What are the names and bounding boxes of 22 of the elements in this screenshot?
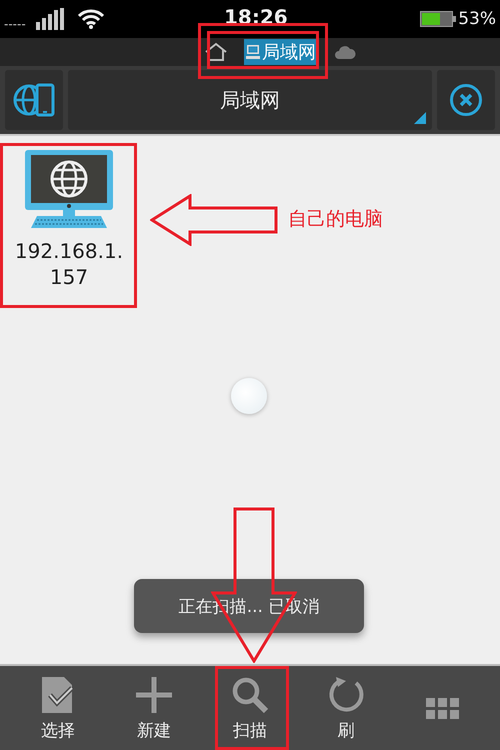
network-button[interactable] <box>5 70 63 130</box>
scan-button[interactable]: 扫描 <box>215 666 285 750</box>
dropdown-corner-icon <box>414 112 426 124</box>
computer-name[interactable]: 192.168.1.157 <box>14 238 124 290</box>
grid-icon <box>426 698 458 718</box>
signal-icon <box>36 8 66 30</box>
battery-percent: 53% <box>458 9 496 29</box>
close-icon <box>449 83 483 117</box>
carrier-text: ----- <box>4 17 26 31</box>
refresh-button[interactable]: 刷 <box>311 666 381 750</box>
annotation-text: 自己的电脑 <box>288 207 383 232</box>
battery-icon <box>420 11 456 27</box>
new-button[interactable]: 新建 <box>119 666 189 750</box>
select-button[interactable]: 选择 <box>23 666 93 750</box>
path-dropdown[interactable]: 局域网 <box>68 70 432 130</box>
close-button[interactable] <box>437 70 495 130</box>
loading-spinner <box>231 378 267 414</box>
lan-crumb[interactable]: 局域网 <box>244 39 318 65</box>
computer-icon <box>246 44 260 60</box>
wifi-icon <box>78 9 104 29</box>
cloud-crumb[interactable] <box>332 43 358 61</box>
plus-icon <box>134 674 174 714</box>
